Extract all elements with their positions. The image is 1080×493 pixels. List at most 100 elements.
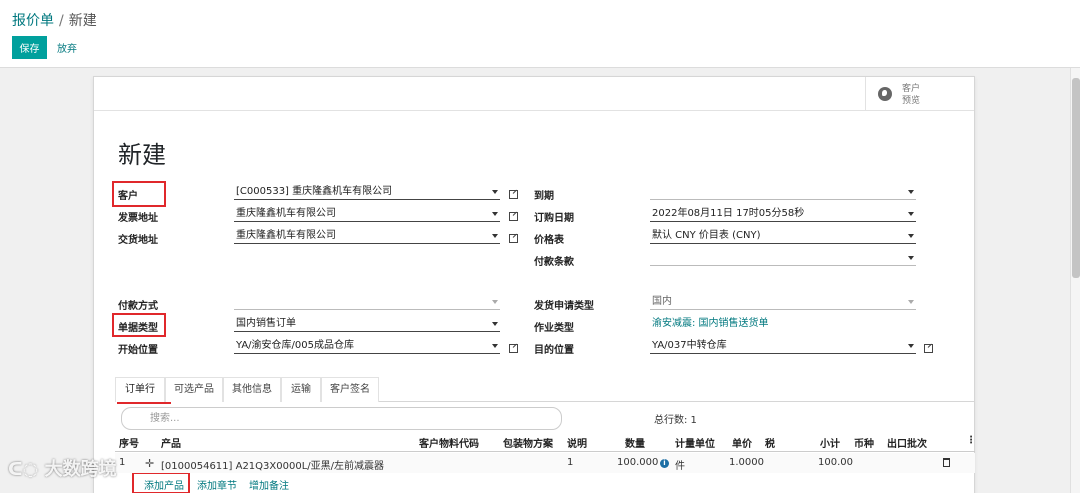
- tab-customer-signature[interactable]: 客户签名: [321, 377, 379, 402]
- page-title: 新建: [118, 141, 166, 169]
- preview-label: 客户 预览: [902, 84, 921, 106]
- due-label: 到期: [534, 191, 554, 202]
- breadcrumb-separator: /: [59, 13, 64, 29]
- customer-field[interactable]: [C000533] 重庆隆鑫机车有限公司: [234, 185, 500, 200]
- col-package[interactable]: 包装物方案: [503, 435, 553, 450]
- operation-type-link[interactable]: 渝安减震: 国内销售送货单: [650, 317, 916, 332]
- search-input[interactable]: 搜索...: [121, 407, 562, 430]
- chevron-down-icon[interactable]: [492, 344, 498, 348]
- pricelist-label: 价格表: [534, 235, 564, 246]
- breadcrumb-current: 新建: [68, 13, 97, 29]
- start-location-value: YA/渝安仓库/005成品仓库: [236, 340, 354, 351]
- col-tax[interactable]: 税: [765, 435, 775, 450]
- col-quantity[interactable]: 数量: [625, 435, 645, 450]
- chevron-down-icon[interactable]: [908, 212, 914, 216]
- button-box: 客户 预览: [94, 77, 974, 111]
- chevron-down-icon[interactable]: [492, 322, 498, 326]
- tab-order-lines[interactable]: 订单行: [115, 377, 165, 402]
- col-product[interactable]: 产品: [161, 435, 181, 450]
- tab-other-info[interactable]: 其他信息: [223, 377, 281, 402]
- total-rows: 总行数: 1: [654, 415, 697, 426]
- customer-value: [C000533] 重庆隆鑫机车有限公司: [236, 186, 393, 197]
- doc-type-value: 国内销售订单: [236, 318, 296, 329]
- invoice-address-field[interactable]: 重庆隆鑫机车有限公司: [234, 207, 500, 222]
- order-date-label: 订购日期: [534, 213, 574, 224]
- payment-terms-label: 付款条款: [534, 257, 574, 268]
- chevron-down-icon[interactable]: [492, 190, 498, 194]
- payment-method-field[interactable]: [234, 295, 500, 310]
- add-section-link[interactable]: 添加章节: [197, 477, 237, 492]
- drag-handle-icon[interactable]: ✛: [145, 457, 154, 470]
- start-location-field[interactable]: YA/渝安仓库/005成品仓库: [234, 339, 500, 354]
- chevron-down-icon[interactable]: [492, 234, 498, 238]
- form-sheet: 客户 预览 新建 客户 [C000533] 重庆隆鑫机车有限公司 发票地址 重庆…: [93, 76, 976, 493]
- scrollbar[interactable]: [1070, 68, 1080, 493]
- payment-method-label: 付款方式: [118, 301, 158, 312]
- info-icon[interactable]: i: [660, 459, 669, 468]
- order-date-field[interactable]: 2022年08月11日 17时05分58秒: [650, 207, 916, 222]
- col-subtotal[interactable]: 小计: [820, 435, 840, 450]
- table-row[interactable]: 1 ✛ [0100054611] A21Q3X0000L/亚黑/左前减震器 1 …: [115, 453, 975, 473]
- col-description[interactable]: 说明: [567, 435, 587, 450]
- row-description[interactable]: 1: [567, 457, 573, 468]
- ship-request-type-field[interactable]: 国内: [650, 295, 916, 310]
- control-panel: 报价单 / 新建 保存 放弃: [0, 0, 1080, 68]
- order-date-value: 2022年08月11日 17时05分58秒: [652, 208, 805, 219]
- tab-optional-products[interactable]: 可选产品: [165, 377, 223, 402]
- row-uom[interactable]: 件: [675, 457, 685, 472]
- add-product-link[interactable]: 添加产品: [144, 477, 184, 492]
- optional-columns-icon[interactable]: ⋮: [966, 435, 976, 446]
- chevron-down-icon[interactable]: [908, 256, 914, 260]
- discard-button[interactable]: 放弃: [57, 40, 77, 55]
- col-customer-code[interactable]: 客户物料代码: [419, 435, 479, 450]
- delivery-address-field[interactable]: 重庆隆鑫机车有限公司: [234, 229, 500, 244]
- col-unit-price[interactable]: 单价: [732, 435, 752, 450]
- row-quantity[interactable]: 100.000: [617, 457, 658, 468]
- pricelist-value: 默认 CNY 价目表 (CNY): [652, 230, 761, 241]
- destination-label: 目的位置: [534, 345, 574, 356]
- chevron-down-icon[interactable]: [908, 234, 914, 238]
- highlight-customer: [112, 181, 166, 207]
- row-product[interactable]: [0100054611] A21Q3X0000L/亚黑/左前减震器: [161, 457, 384, 472]
- external-link-icon[interactable]: [509, 342, 519, 353]
- chevron-down-icon[interactable]: [492, 212, 498, 216]
- operation-type-label: 作业类型: [534, 323, 574, 334]
- row-subtotal: 100.00: [818, 457, 853, 468]
- external-link-icon[interactable]: [509, 232, 519, 243]
- due-field[interactable]: [650, 185, 916, 200]
- trash-icon[interactable]: [943, 458, 950, 467]
- col-currency[interactable]: 币种: [854, 435, 874, 450]
- chevron-down-icon[interactable]: [908, 300, 914, 304]
- chevron-down-icon[interactable]: [908, 344, 914, 348]
- tab-shipping[interactable]: 运输: [281, 377, 321, 402]
- table-header: 序号 产品 客户物料代码 包装物方案 说明 数量 计量单位 单价 税 小计 币种…: [115, 432, 976, 452]
- highlight-doc-type: [112, 313, 166, 337]
- destination-field[interactable]: YA/037中转仓库: [650, 339, 916, 354]
- col-seq[interactable]: 序号: [119, 435, 139, 450]
- pricelist-field[interactable]: 默认 CNY 价目表 (CNY): [650, 229, 916, 244]
- row-unit-price[interactable]: 1.0000: [729, 457, 764, 468]
- col-uom[interactable]: 计量单位: [675, 435, 715, 450]
- save-button[interactable]: 保存: [12, 36, 47, 59]
- payment-terms-field[interactable]: [650, 251, 916, 266]
- row-seq: 1: [119, 457, 126, 468]
- add-note-link[interactable]: 增加备注: [249, 477, 289, 492]
- chevron-down-icon[interactable]: [908, 190, 914, 194]
- external-link-icon[interactable]: [509, 188, 519, 199]
- external-link-icon[interactable]: [509, 210, 519, 221]
- scrollbar-thumb[interactable]: [1072, 78, 1080, 278]
- external-link-icon[interactable]: [924, 342, 934, 353]
- doc-type-field[interactable]: 国内销售订单: [234, 317, 500, 332]
- invoice-address-label: 发票地址: [118, 213, 158, 224]
- customer-preview-button[interactable]: 客户 预览: [865, 77, 975, 111]
- col-export-lot[interactable]: 出口批次: [887, 435, 927, 450]
- breadcrumb-parent[interactable]: 报价单: [12, 13, 54, 29]
- breadcrumb: 报价单 / 新建: [12, 10, 97, 30]
- destination-value: YA/037中转仓库: [652, 340, 727, 351]
- delivery-address-value: 重庆隆鑫机车有限公司: [236, 230, 336, 241]
- operation-type-value: 渝安减震: 国内销售送货单: [652, 318, 769, 329]
- delivery-address-label: 交货地址: [118, 235, 158, 246]
- notebook-tabs: 订单行 可选产品 其他信息 运输 客户签名: [115, 377, 975, 402]
- ship-request-type-label: 发货申请类型: [534, 301, 594, 312]
- chevron-down-icon[interactable]: [492, 300, 498, 304]
